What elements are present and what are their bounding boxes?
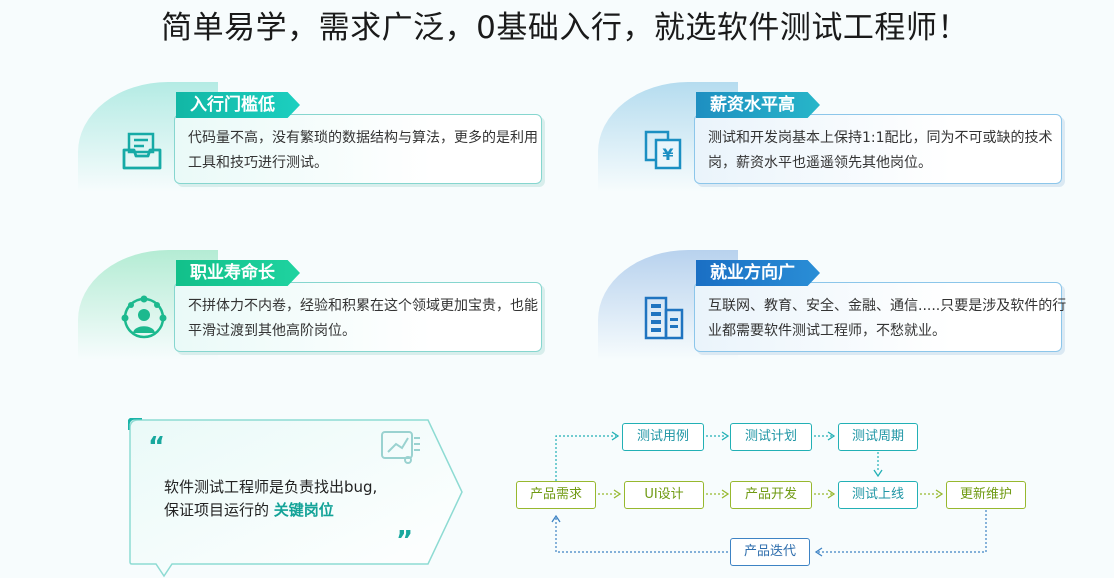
flow-step-test-cycle: 测试周期 xyxy=(838,423,918,451)
flow-step-test-plan: 测试计划 xyxy=(730,423,812,451)
flow-step-product-requirement: 产品需求 xyxy=(516,481,596,509)
flow-step-test-case: 测试用例 xyxy=(622,423,704,451)
flow-step-product-iteration: 产品迭代 xyxy=(730,538,810,566)
flow-step-ui-design: UI设计 xyxy=(624,481,704,509)
flow-step-update-maintain: 更新维护 xyxy=(946,481,1026,509)
flow-step-test-launch: 测试上线 xyxy=(838,481,918,509)
flow-step-product-dev: 产品开发 xyxy=(730,481,812,509)
